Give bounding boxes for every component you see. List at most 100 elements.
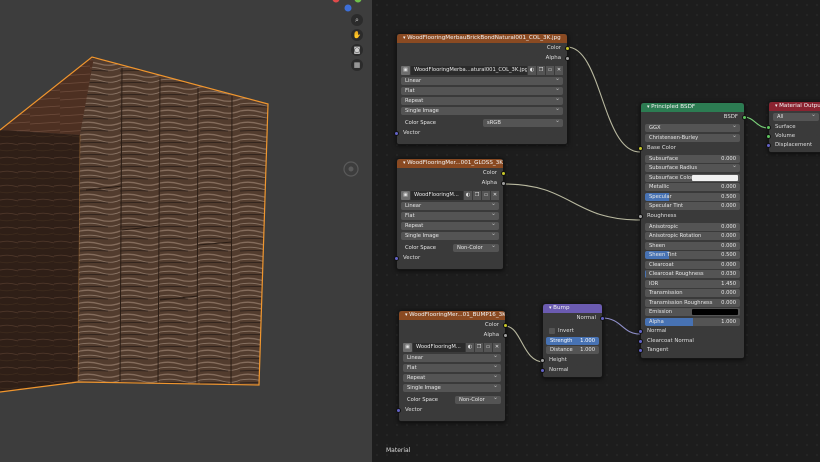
strength-field[interactable]: Strength 1.000	[546, 337, 599, 345]
subsurface-field[interactable]: Subsurface 0.000	[645, 154, 740, 163]
socket-height-in[interactable]	[540, 358, 545, 363]
socket-vector-in[interactable]	[396, 408, 401, 413]
socket-displacement-in[interactable]	[766, 143, 771, 148]
socket-alpha-out[interactable]	[501, 181, 506, 186]
target-dropdown[interactable]: All	[773, 113, 819, 121]
projection-dropdown[interactable]: Flat	[401, 212, 499, 220]
color-space-dropdown[interactable]: Non-Color	[455, 395, 501, 404]
close-icon[interactable]: ✕	[491, 191, 499, 200]
image-texture-node-gloss[interactable]: WoodFlooringMer...001_GLOSS_3K.jpg Color…	[394, 158, 506, 270]
emission-swatch[interactable]	[692, 309, 738, 315]
image-selector[interactable]: ▣ WoodFlooringM... ◐ ❐ ▭ ✕	[401, 191, 499, 200]
shield-icon[interactable]: ◐	[464, 191, 472, 200]
close-icon[interactable]: ✕	[555, 66, 563, 75]
socket-normal-in[interactable]	[540, 368, 545, 373]
bump-node[interactable]: Bump Normal Invert Strength1.000 Distanc…	[540, 303, 605, 378]
socket-alpha-out[interactable]	[503, 333, 508, 338]
distribution-dropdown[interactable]: GGX	[645, 124, 740, 132]
interpolation-dropdown[interactable]: Linear	[401, 77, 563, 85]
duplicate-icon[interactable]: ❐	[537, 66, 545, 75]
node-title[interactable]: WoodFlooringMer...001_GLOSS_3K.jpg	[397, 159, 503, 168]
grid-icon[interactable]: ▦	[351, 59, 363, 71]
transmission-roughness-field[interactable]: Transmission Roughness 0.000	[645, 298, 740, 307]
socket-bsdf-out[interactable]	[742, 115, 747, 120]
subsurface-radius-field[interactable]: Subsurface Radius	[645, 164, 740, 172]
image-name-field[interactable]: WoodFlooringM...	[413, 343, 465, 352]
socket-vector-in[interactable]	[394, 131, 399, 136]
source-dropdown[interactable]: Single Image	[403, 384, 501, 392]
close-icon[interactable]: ✕	[493, 343, 501, 352]
subsurface-color-field[interactable]: Subsurface Color	[645, 173, 740, 182]
metallic-field[interactable]: Metallic 0.000	[645, 183, 740, 191]
image-selector[interactable]: ▣ WoodFlooringM... ◐ ❐ ▭ ✕	[403, 343, 501, 352]
socket-color-out[interactable]	[501, 171, 506, 176]
projection-dropdown[interactable]: Flat	[403, 364, 501, 372]
node-title[interactable]: WoodFlooringMerbauBrickBondNatural001_CO…	[397, 34, 567, 43]
socket-tangent-in[interactable]	[638, 348, 643, 353]
socket-volume-in[interactable]	[766, 134, 771, 139]
node-title[interactable]: WoodFlooringMer...01_BUMP16_3K.tif	[399, 311, 505, 320]
specular-field[interactable]: Specular 0.500	[645, 192, 740, 201]
image-name-field[interactable]: WoodFlooringM...	[411, 191, 463, 200]
sheen-field[interactable]: Sheen 0.000	[645, 241, 740, 250]
socket-roughness-in[interactable]	[638, 213, 643, 219]
interpolation-dropdown[interactable]: Linear	[401, 202, 499, 210]
socket-normal-out[interactable]	[600, 316, 605, 321]
invert-checkbox[interactable]	[549, 327, 555, 334]
subsurface-method-dropdown[interactable]: Christensen-Burley	[645, 134, 740, 142]
color-space-dropdown[interactable]: Non-Color	[453, 243, 499, 252]
image-icon[interactable]: ▣	[401, 191, 410, 200]
shield-icon[interactable]: ◐	[528, 66, 536, 75]
distance-field[interactable]: Distance 1.000	[546, 346, 599, 354]
folder-icon[interactable]: ▭	[546, 66, 554, 75]
3d-viewport[interactable]: ⌕ ✋ ◙ ▦	[0, 0, 372, 462]
image-selector[interactable]: ▣ WoodFlooringMerba...atural001_COL_3K.j…	[401, 66, 563, 75]
image-icon[interactable]: ▣	[401, 66, 410, 75]
anisotropic-rotation-field[interactable]: Anisotropic Rotation 0.000	[645, 232, 740, 240]
projection-dropdown[interactable]: Flat	[401, 87, 563, 95]
alpha-field[interactable]: Alpha 1.000	[645, 317, 740, 326]
zoom-icon[interactable]: ⌕	[351, 14, 363, 26]
socket-color-out[interactable]	[565, 46, 570, 51]
source-dropdown[interactable]: Single Image	[401, 107, 563, 115]
hand-pan-icon[interactable]: ✋	[351, 29, 363, 41]
duplicate-icon[interactable]: ❐	[473, 191, 481, 200]
duplicate-icon[interactable]: ❐	[475, 343, 483, 352]
ior-field[interactable]: IOR 1.450	[645, 279, 740, 288]
node-title[interactable]: Material Output	[769, 102, 820, 111]
socket-vector-in[interactable]	[394, 256, 399, 261]
extension-dropdown[interactable]: Repeat	[403, 374, 501, 382]
extension-dropdown[interactable]: Repeat	[401, 222, 499, 230]
anisotropic-field[interactable]: Anisotropic 0.000	[645, 222, 740, 231]
emission-field[interactable]: Emission	[645, 308, 740, 316]
socket-basecolor-in[interactable]	[638, 146, 643, 151]
folder-icon[interactable]: ▭	[484, 343, 492, 352]
transmission-field[interactable]: Transmission 0.000	[645, 289, 740, 297]
shield-icon[interactable]: ◐	[466, 343, 474, 352]
shader-node-editor[interactable]: WoodFlooringMerbauBrickBondNatural001_CO…	[372, 0, 820, 462]
node-title[interactable]: Bump	[543, 304, 602, 313]
sheen-tint-field[interactable]: Sheen Tint 0.500	[645, 251, 740, 259]
folder-icon[interactable]: ▭	[482, 191, 490, 200]
principled-bsdf-node[interactable]: Principled BSDF BSDF GGX Christensen-Bur…	[638, 102, 747, 359]
socket-color-out[interactable]	[503, 323, 508, 328]
clearcoat-field[interactable]: Clearcoat 0.000	[645, 260, 740, 269]
source-dropdown[interactable]: Single Image	[401, 232, 499, 240]
image-icon[interactable]: ▣	[403, 343, 412, 352]
clearcoat-roughness-field[interactable]: Clearcoat Roughness 0.030	[645, 270, 740, 278]
socket-alpha-out[interactable]	[565, 56, 570, 61]
socket-surface-in[interactable]	[766, 125, 771, 130]
specular-tint-field[interactable]: Specular Tint 0.000	[645, 202, 740, 210]
image-texture-node-color[interactable]: WoodFlooringMerbauBrickBondNatural001_CO…	[394, 33, 570, 145]
interpolation-dropdown[interactable]: Linear	[403, 354, 501, 362]
image-texture-node-bump[interactable]: WoodFlooringMer...01_BUMP16_3K.tif Color…	[396, 310, 508, 422]
image-name-field[interactable]: WoodFlooringMerba...atural001_COL_3K.jpg	[411, 66, 527, 75]
subsurface-color-swatch[interactable]	[692, 174, 738, 181]
invert-row[interactable]: Invert	[543, 326, 602, 336]
camera-icon[interactable]: ◙	[351, 44, 363, 56]
color-space-dropdown[interactable]: sRGB	[483, 118, 563, 127]
socket-clearcoat-normal-in[interactable]	[638, 338, 643, 344]
material-output-node[interactable]: Material Output All Surface Volume Displ…	[766, 101, 820, 153]
node-title[interactable]: Principled BSDF	[641, 103, 744, 112]
extension-dropdown[interactable]: Repeat	[401, 97, 563, 105]
